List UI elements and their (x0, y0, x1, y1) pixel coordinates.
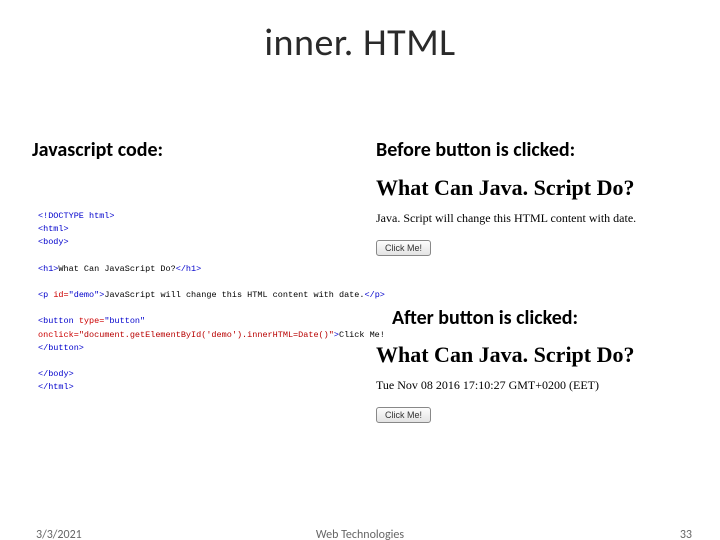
footer-title: Web Technologies (0, 528, 720, 540)
code-line: </html> (38, 382, 74, 392)
code-block: <!DOCTYPE html> <html> <body> <h1>What C… (38, 210, 378, 394)
click-me-button[interactable]: Click Me! (376, 240, 431, 256)
slide: inner. HTML Javascript code: Before butt… (0, 20, 720, 540)
right-column-heading: Before button is clicked: (376, 138, 575, 162)
page-title: inner. HTML (0, 20, 720, 66)
code-text: What Can JavaScript Do? (58, 264, 175, 274)
before-panel: What Can Java. Script Do? Java. Script w… (376, 175, 696, 256)
demo-heading: What Can Java. Script Do? (376, 175, 696, 201)
demo-heading: What Can Java. Script Do? (376, 342, 706, 368)
code-line: </body> (38, 369, 74, 379)
code-line: <button (38, 316, 79, 326)
code-val: "demo" (69, 290, 100, 300)
code-line: </button> (38, 343, 84, 353)
code-attr: id= (53, 290, 68, 300)
left-column-heading: Javascript code: (32, 138, 163, 162)
code-line: <p (38, 290, 53, 300)
code-val: "button" (104, 316, 145, 326)
code-text: Click Me! (339, 330, 385, 340)
code-line: <h1> (38, 264, 58, 274)
code-line: </p> (365, 290, 385, 300)
demo-date-output: Tue Nov 08 2016 17:10:27 GMT+0200 (EET) (376, 378, 706, 393)
demo-paragraph: Java. Script will change this HTML conte… (376, 211, 696, 226)
footer-page-number: 33 (680, 528, 692, 540)
after-panel: What Can Java. Script Do? Tue Nov 08 201… (376, 342, 706, 423)
code-line: <body> (38, 237, 69, 247)
code-line: </h1> (176, 264, 202, 274)
code-attr: onclick= (38, 330, 79, 340)
click-me-button[interactable]: Click Me! (376, 407, 431, 423)
code-js: "document.getElementById('demo').innerHT… (79, 330, 334, 340)
code-text: JavaScript will change this HTML content… (104, 290, 364, 300)
code-line: <html> (38, 224, 69, 234)
after-heading: After button is clicked: (392, 306, 578, 330)
code-attr: type= (79, 316, 105, 326)
code-line: <!DOCTYPE html> (38, 211, 115, 221)
